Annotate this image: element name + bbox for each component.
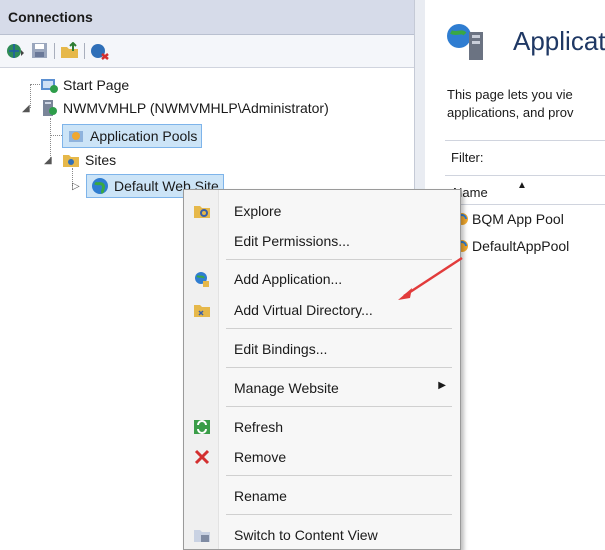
menu-separator (226, 475, 452, 476)
submenu-arrow-icon: ▶ (438, 380, 446, 391)
tree-node-label: Sites (85, 152, 117, 168)
menu-item-label: Remove (234, 449, 287, 465)
refresh-icon (194, 420, 210, 434)
globe-icon (92, 178, 108, 195)
start-page-icon (41, 79, 58, 93)
menu-item-label: Edit Permissions... (234, 233, 350, 249)
menu-item-label: Add Application... (234, 271, 343, 287)
folder-up-icon[interactable] (60, 42, 80, 60)
tree-connector (30, 84, 40, 85)
globe-connect-icon[interactable] (6, 42, 26, 60)
menu-item-label: Manage Website (234, 380, 339, 396)
tree-node-server[interactable]: NWMVMHLP (NWMVMHLP\Administrator) (40, 97, 329, 119)
connections-toolbar (0, 35, 414, 68)
menu-item-label: Switch to Content View (234, 527, 378, 543)
connections-header: Connections (0, 0, 414, 35)
context-menu: Explore Edit Permissions... Add Applicat… (183, 189, 461, 550)
menu-item-refresh[interactable]: Refresh (184, 413, 460, 441)
description-line: applications, and prov (447, 105, 574, 120)
table-row[interactable]: BQM App Pool (455, 207, 564, 231)
content-view-icon (194, 530, 210, 542)
menu-item-rename[interactable]: Rename (184, 482, 460, 510)
menu-item-label: Edit Bindings... (234, 341, 328, 357)
tree-node-label: Application Pools (90, 128, 198, 144)
menu-separator (226, 367, 452, 368)
menu-separator (226, 514, 452, 515)
menu-item-edit-bindings[interactable]: Edit Bindings... (184, 335, 460, 363)
tree-node-app-pools[interactable]: Application Pools (62, 124, 203, 148)
menu-item-label: Rename (234, 488, 287, 504)
expand-arrow-icon[interactable]: ▷ (72, 181, 80, 192)
filter-label: Filter: (451, 150, 484, 165)
add-virtual-directory-icon (194, 305, 210, 317)
menu-item-remove[interactable]: Remove (184, 443, 460, 471)
connections-title: Connections (8, 9, 93, 25)
tree-node-start-page[interactable]: Start Page (40, 74, 129, 96)
app-pools-header-icon (447, 24, 483, 60)
tree-node-sites[interactable]: Sites (62, 149, 116, 171)
collapse-arrow-icon[interactable]: ◢ (44, 155, 52, 166)
description-line: This page lets you vie (447, 87, 573, 102)
tree-node-label: Start Page (63, 77, 130, 93)
menu-item-label: Explore (234, 203, 282, 219)
filter-bar: Filter: (445, 140, 605, 176)
sites-folder-icon (63, 155, 79, 167)
app-pools-icon (69, 131, 83, 142)
explore-folder-icon (194, 206, 210, 218)
app-pool-name: DefaultAppPool (472, 238, 570, 254)
menu-item-label: Add Virtual Directory... (234, 302, 373, 318)
menu-item-switch-content-view[interactable]: Switch to Content View (184, 521, 460, 549)
annotation-arrow-icon (398, 256, 463, 300)
menu-separator (226, 406, 452, 407)
disconnect-icon[interactable] (90, 42, 110, 60)
tree-connector (30, 84, 31, 108)
table-row[interactable]: DefaultAppPool (455, 234, 569, 258)
server-icon (43, 100, 57, 116)
page-description: This page lets you vie applications, and… (447, 86, 573, 122)
menu-item-explore[interactable]: Explore (184, 197, 460, 225)
save-icon[interactable] (30, 42, 50, 60)
collapse-arrow-icon[interactable]: ◢ (22, 103, 30, 114)
add-application-icon (195, 272, 209, 287)
page-title: Applicat (513, 26, 605, 56)
toolbar-separator (84, 43, 85, 59)
remove-x-icon (194, 449, 210, 465)
menu-item-label: Refresh (234, 419, 284, 435)
app-pool-name: BQM App Pool (472, 211, 564, 227)
tree-node-label: NWMVMHLP (NWMVMHLP\Administrator) (63, 100, 329, 116)
menu-separator (226, 328, 452, 329)
column-header-name[interactable]: Name ▲ (449, 180, 605, 205)
menu-item-manage-website[interactable]: Manage Website ▶ (184, 374, 460, 402)
toolbar-separator (54, 43, 55, 59)
sort-ascending-icon: ▲ (517, 180, 527, 191)
